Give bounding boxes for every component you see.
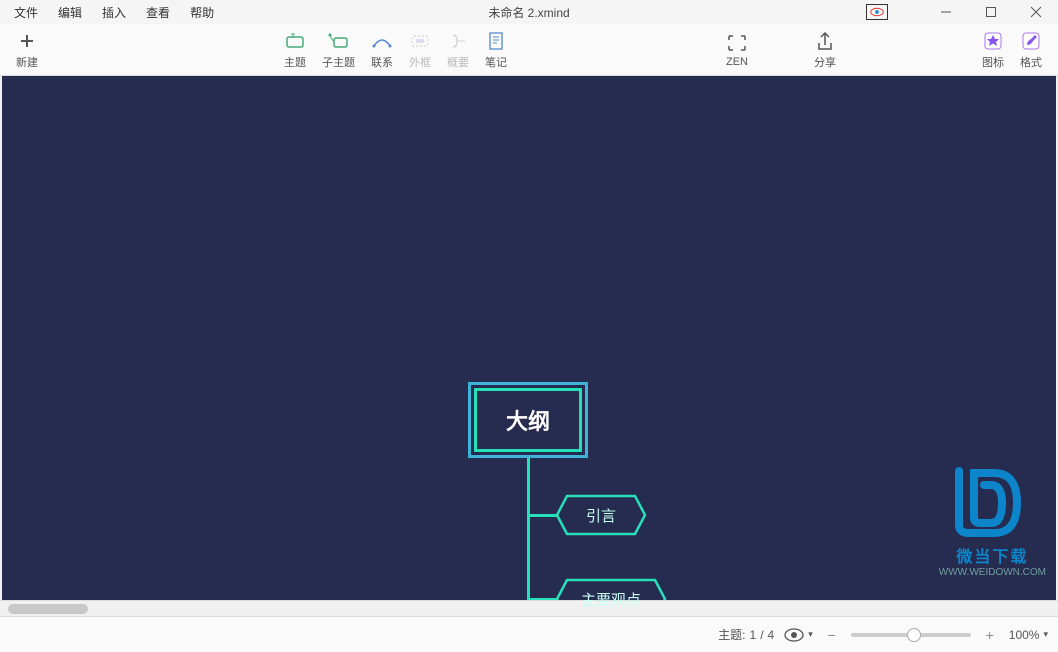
zoom-value: 100% xyxy=(1009,628,1040,642)
watermark-text-1: 微当下载 xyxy=(939,543,1046,567)
boundary-button[interactable]: 外框 xyxy=(401,28,439,72)
format-label: 格式 xyxy=(1020,54,1042,70)
zen-label: ZEN xyxy=(726,56,748,68)
menu-file[interactable]: 文件 xyxy=(4,2,48,23)
subtopic-label: 子主题 xyxy=(322,54,355,70)
menubar: 文件 编辑 插入 查看 帮助 未命名 2.xmind xyxy=(0,0,1058,24)
relationship-button[interactable]: 联系 xyxy=(363,28,401,72)
zoom-in-button[interactable]: + xyxy=(981,626,999,644)
statusbar: 主题: 1 / 4 ▾ − + 100% ▾ xyxy=(0,616,1058,652)
brush-icon xyxy=(1021,30,1041,52)
maximize-button[interactable] xyxy=(968,0,1013,24)
minimize-button[interactable] xyxy=(923,0,968,24)
child-node-2-label: 主要观点 xyxy=(581,589,641,610)
root-node[interactable]: 大纲 xyxy=(468,382,588,458)
topic-counter-sep: / xyxy=(760,628,763,642)
topic-button[interactable]: 主题 xyxy=(276,28,314,72)
plus-icon xyxy=(18,30,36,52)
subtopic-button[interactable]: 子主题 xyxy=(314,28,363,72)
zoom-slider[interactable] xyxy=(851,633,971,637)
topic-counter-total: 4 xyxy=(768,628,775,642)
iconlib-button[interactable]: 图标 xyxy=(974,28,1012,72)
format-button[interactable]: 格式 xyxy=(1012,28,1050,72)
topic-counter-current: 1 xyxy=(750,628,757,642)
connector xyxy=(527,514,557,517)
zen-icon xyxy=(727,32,747,54)
summary-icon xyxy=(447,30,469,52)
topic-label: 主题 xyxy=(284,54,306,70)
watermark-text-2: WWW.WEIDOWN.COM xyxy=(939,567,1046,578)
canvas-wrap: 大纲 引言 主要观点 总结 微当下载 WWW.WEIDOWN.COM xyxy=(0,76,1058,616)
iconlib-label: 图标 xyxy=(982,54,1004,70)
child-node-1[interactable]: 引言 xyxy=(555,494,647,536)
window-title: 未命名 2.xmind xyxy=(488,4,569,21)
note-icon xyxy=(487,30,505,52)
zoom-slider-thumb[interactable] xyxy=(907,628,921,642)
root-node-label: 大纲 xyxy=(506,404,550,436)
new-button[interactable]: 新建 xyxy=(8,28,46,72)
share-label: 分享 xyxy=(814,54,836,70)
zen-button[interactable]: ZEN xyxy=(718,30,756,70)
menu-insert[interactable]: 插入 xyxy=(92,2,136,23)
boundary-icon xyxy=(409,30,431,52)
share-icon xyxy=(816,30,834,52)
watermark: 微当下载 WWW.WEIDOWN.COM xyxy=(939,453,1046,578)
menu-edit[interactable]: 编辑 xyxy=(48,2,92,23)
scrollbar-thumb[interactable] xyxy=(8,604,88,614)
window-controls xyxy=(923,0,1058,24)
horizontal-scrollbar[interactable] xyxy=(0,600,1058,616)
mindmap-canvas[interactable]: 大纲 引言 主要观点 总结 微当下载 WWW.WEIDOWN.COM xyxy=(2,76,1056,600)
child-node-1-label: 引言 xyxy=(586,505,616,526)
watermark-logo-icon xyxy=(939,453,1029,543)
connector xyxy=(527,458,530,616)
summary-button[interactable]: 概要 xyxy=(439,28,477,72)
topic-counter: 主题: 1 / 4 xyxy=(718,626,774,643)
menu-view[interactable]: 查看 xyxy=(136,2,180,23)
relationship-icon xyxy=(371,30,393,52)
share-button[interactable]: 分享 xyxy=(806,28,844,72)
topic-icon xyxy=(284,30,306,52)
star-icon xyxy=(983,30,1003,52)
subtopic-icon xyxy=(328,30,350,52)
summary-label: 概要 xyxy=(447,54,469,70)
close-button[interactable] xyxy=(1013,0,1058,24)
boundary-label: 外框 xyxy=(409,54,431,70)
eye-indicator-icon xyxy=(866,4,888,20)
topic-counter-label: 主题: xyxy=(718,626,745,643)
view-toggle[interactable]: ▾ xyxy=(784,628,813,642)
new-label: 新建 xyxy=(16,54,38,70)
note-button[interactable]: 笔记 xyxy=(477,28,515,72)
eye-icon xyxy=(784,628,804,642)
note-label: 笔记 xyxy=(485,54,507,70)
toolbar: 新建 主题 子主题 联系 外框 概要 笔记 ZEN 分享 图标 格式 xyxy=(0,24,1058,76)
relationship-label: 联系 xyxy=(371,54,393,70)
zoom-readout[interactable]: 100% ▾ xyxy=(1009,628,1048,642)
zoom-out-button[interactable]: − xyxy=(823,626,841,644)
menu-help[interactable]: 帮助 xyxy=(180,2,224,23)
